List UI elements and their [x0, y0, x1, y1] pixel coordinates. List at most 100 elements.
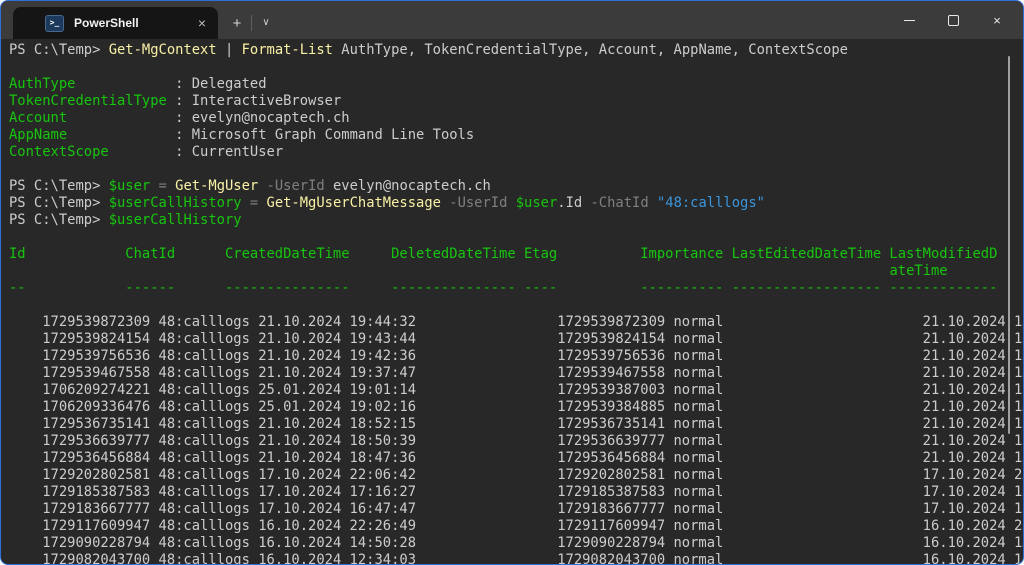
property-value: Microsoft Graph Command Line Tools [191, 127, 475, 143]
cell-created-datetime: 21.10.2024 19:37:47 [258, 365, 417, 381]
property-value: evelyn@nocaptech.ch [191, 110, 350, 126]
cell-importance: normal [673, 501, 724, 517]
cell-etag: 1729117609947 [557, 518, 666, 534]
window-controls: × [887, 1, 1019, 39]
property-name: ContextScope [9, 144, 109, 160]
prompt: PS C:\Temp> [9, 178, 109, 194]
title-bar: >_ PowerShell × + ∨ × [1, 1, 1023, 39]
close-button[interactable]: × [975, 1, 1019, 39]
cell-chatid: 48:calllogs [158, 501, 250, 517]
header-underline: -- [9, 280, 26, 296]
separator: : [175, 76, 192, 92]
column-header: Etag [523, 246, 558, 262]
separator: : [175, 110, 192, 126]
string-argument: "48:calllogs" [656, 195, 765, 211]
property-value: InteractiveBrowser [191, 93, 342, 109]
cell-lastmodified-datetime: 21.10.2024 1… [922, 450, 1024, 466]
cell-importance: normal [673, 518, 724, 534]
cell-created-datetime: 21.10.2024 18:50:39 [258, 433, 417, 449]
cell-chatid: 48:calllogs [158, 450, 250, 466]
cell-importance: normal [673, 484, 724, 500]
tab-powershell[interactable]: >_ PowerShell × [13, 7, 218, 39]
property-name: Account [9, 110, 68, 126]
cell-importance: normal [673, 450, 724, 466]
tab-close-icon[interactable]: × [196, 16, 208, 30]
cell-created-datetime: 16.10.2024 22:26:49 [258, 518, 417, 534]
cell-chatid: 48:calllogs [158, 484, 250, 500]
separator: : [175, 144, 192, 160]
cell-id: 1729539824154 [42, 331, 151, 347]
context-output-line: AppName: Microsoft Graph Command Line To… [9, 127, 1023, 144]
cell-created-datetime: 17.10.2024 22:06:42 [258, 467, 417, 483]
cell-chatid: 48:calllogs [158, 433, 250, 449]
cell-lastmodified-datetime: 21.10.2024 1… [922, 433, 1024, 449]
table-underline-row: -- ------ --------------- --------------- --… [9, 280, 1023, 297]
pipe-operator: | [216, 42, 242, 58]
prompt: PS C:\Temp> [9, 195, 109, 211]
cell-importance: normal [673, 382, 724, 398]
prompt: PS C:\Temp> [9, 212, 109, 228]
cell-etag: 1729536735141 [557, 416, 666, 432]
column-header: LastModifiedD [889, 246, 998, 262]
property-name: TokenCredentialType [9, 93, 167, 109]
cell-id: 1729536456884 [42, 450, 151, 466]
cell-etag: 1729090228794 [557, 535, 666, 551]
column-header-wrap: ateTime [889, 263, 948, 279]
tab-dropdown-button[interactable]: ∨ [252, 9, 280, 37]
context-output-line: ContextScope: CurrentUser [9, 144, 1023, 161]
cell-chatid: 48:calllogs [158, 382, 250, 398]
cell-etag: 1729536639777 [557, 433, 666, 449]
cell-chatid: 48:calllogs [158, 331, 250, 347]
cell-lastmodified-datetime: 17.10.2024 2… [922, 467, 1024, 483]
cell-id: 1729117609947 [42, 518, 151, 534]
command-line: PS C:\Temp> $userCallHistory [9, 212, 1023, 229]
column-header: CreatedDateTime [224, 246, 350, 262]
cell-etag: 1729539872309 [557, 314, 666, 330]
powershell-icon: >_ [45, 14, 64, 32]
command-line: PS C:\Temp> Get-MgContext | Format-List … [9, 42, 1023, 59]
terminal-content: PS C:\Temp> Get-MgContext | Format-List … [1, 39, 1024, 564]
cell-lastmodified-datetime: 17.10.2024 1… [922, 501, 1024, 517]
maximize-button[interactable] [931, 1, 975, 39]
scrollbar-thumb[interactable] [1008, 56, 1010, 434]
header-underline: ------------- [889, 280, 998, 296]
cell-chatid: 48:calllogs [158, 535, 250, 551]
cell-importance: normal [673, 331, 724, 347]
new-tab-button[interactable]: + [223, 9, 251, 37]
header-underline: ------------------ [731, 280, 882, 296]
cell-etag: 1729082043700 [557, 552, 666, 565]
cell-id: 1729539756536 [42, 348, 151, 364]
cell-id: 1706209274221 [42, 382, 151, 398]
cell-etag: 1729539387003 [557, 382, 666, 398]
cell-created-datetime: 21.10.2024 19:42:36 [258, 348, 417, 364]
cell-id: 1729185387583 [42, 484, 151, 500]
cell-importance: normal [673, 552, 724, 565]
variable: $user [515, 195, 558, 211]
minimize-icon [903, 19, 915, 21]
variable: $user [108, 178, 151, 194]
chat-table-rows: 1729539872309 48:calllogs 21.10.2024 19:44… [9, 297, 1024, 564]
cell-created-datetime: 21.10.2024 18:47:36 [258, 450, 417, 466]
minimize-button[interactable] [887, 1, 931, 39]
separator: : [175, 93, 192, 109]
property-value: CurrentUser [191, 144, 284, 160]
maximize-icon [947, 14, 959, 26]
header-underline: --------------- [224, 280, 350, 296]
header-underline: --------------- [391, 280, 516, 296]
command: Get-MgUser [175, 178, 259, 194]
cell-id: 1729539467558 [42, 365, 151, 381]
terminal-window: >_ PowerShell × + ∨ × PS C:\Temp> Get-Mg… [0, 0, 1024, 565]
property-name: AuthType [9, 76, 76, 92]
column-header: LastEditedDateTime [731, 246, 882, 262]
separator: : [175, 127, 192, 143]
cell-importance: normal [673, 416, 724, 432]
cell-lastmodified-datetime: 17.10.2024 1… [922, 484, 1024, 500]
cell-chatid: 48:calllogs [158, 348, 250, 364]
cell-id: 1729183667777 [42, 501, 151, 517]
member-access: .Id [557, 195, 583, 211]
command: Format-List [241, 42, 333, 58]
context-output-line: Account: evelyn@nocaptech.ch [9, 110, 1023, 127]
